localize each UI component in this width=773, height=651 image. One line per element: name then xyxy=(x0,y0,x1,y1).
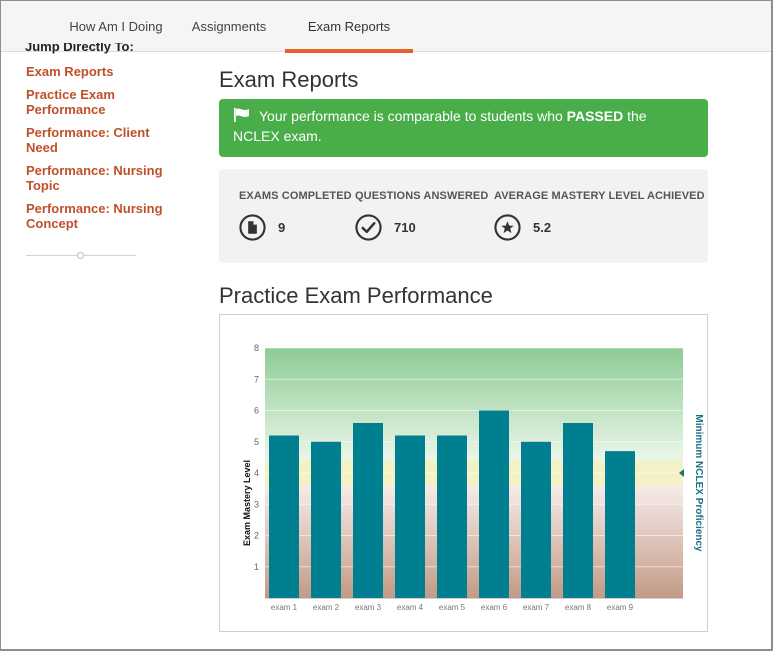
section-title-practice-exam: Practice Exam Performance xyxy=(219,283,493,308)
flag-icon xyxy=(234,108,249,122)
bar-exam-1[interactable] xyxy=(269,435,299,599)
sidebar-link-nursing-topic[interactable]: Performance: Nursing Topic xyxy=(26,163,171,193)
stat-label: QUESTIONS ANSWERED xyxy=(355,190,489,202)
sidebar-link-nursing-concept[interactable]: Performance: Nursing Concept xyxy=(26,201,171,231)
x-tick-label: exam 5 xyxy=(439,603,466,612)
sidebar-heading: Jump Directly To: xyxy=(25,43,134,54)
sidebar-nav: Exam Reports Practice Exam Performance P… xyxy=(26,64,186,239)
document-icon xyxy=(239,214,266,241)
y-tick-label: 5 xyxy=(254,437,259,447)
stat-exams-completed: EXAMS COMPLETED 9 xyxy=(239,190,352,241)
bar-exam-2[interactable] xyxy=(311,441,341,598)
star-circle-icon xyxy=(494,214,521,241)
sidebar-link-exam-reports[interactable]: Exam Reports xyxy=(26,64,186,79)
stat-label: EXAMS COMPLETED xyxy=(239,190,352,202)
bar-exam-9[interactable] xyxy=(605,451,635,598)
x-tick-label: exam 6 xyxy=(481,603,508,612)
bar-exam-8[interactable] xyxy=(563,423,593,598)
y-tick-label: 2 xyxy=(254,531,259,541)
stat-label: AVERAGE MASTERY LEVEL ACHIEVED xyxy=(494,190,705,202)
bar-exam-7[interactable] xyxy=(521,441,551,598)
stat-value: 9 xyxy=(278,220,286,235)
proficiency-axis-label: Minimum NCLEX Proficiency xyxy=(693,414,704,552)
bar-exam-5[interactable] xyxy=(437,435,467,599)
y-tick-label: 1 xyxy=(254,562,259,572)
sidebar-divider-dot xyxy=(77,252,84,259)
y-tick-label: 4 xyxy=(254,468,259,478)
page-title: Exam Reports xyxy=(219,67,359,92)
y-tick-label: 3 xyxy=(254,499,259,509)
bar-exam-3[interactable] xyxy=(353,423,383,598)
x-tick-label: exam 7 xyxy=(523,603,550,612)
stat-average-mastery: AVERAGE MASTERY LEVEL ACHIEVED 5.2 xyxy=(494,190,705,241)
bar-chart-svg: 1 2 3 4 5 6 7 8 exam 1 exam 2 exam 3 exam 4 exam 5 e… xyxy=(242,343,704,612)
stats-panel: EXAMS COMPLETED 9 QUESTIONS ANSWERED 710… xyxy=(219,169,708,263)
sidebar-link-client-need[interactable]: Performance: Client Need xyxy=(26,125,161,155)
bar-exam-4[interactable] xyxy=(395,435,425,599)
checkmark-circle-icon xyxy=(355,214,382,241)
x-tick-label: exam 9 xyxy=(607,603,634,612)
x-tick-label: exam 3 xyxy=(355,603,382,612)
y-tick-label: 6 xyxy=(254,406,259,416)
y-tick-label: 7 xyxy=(254,374,259,384)
bar-exam-6[interactable] xyxy=(479,410,509,599)
x-tick-label: exam 8 xyxy=(565,603,592,612)
y-axis-label: Exam Mastery Level xyxy=(242,460,252,546)
x-tick-label: exam 2 xyxy=(313,603,340,612)
sidebar-link-practice-exam-performance[interactable]: Practice Exam Performance xyxy=(26,87,126,117)
stat-value: 5.2 xyxy=(533,220,552,235)
x-tick-label: exam 1 xyxy=(271,603,298,612)
alert-text-prefix: Your performance is comparable to studen… xyxy=(259,108,567,124)
alert-text-emphasis: PASSED xyxy=(566,108,624,124)
tab-assignments[interactable]: Assignments xyxy=(181,1,277,52)
stat-questions-answered: QUESTIONS ANSWERED 710 xyxy=(355,190,488,241)
y-tick-label: 8 xyxy=(254,343,259,353)
x-tick-label: exam 4 xyxy=(397,603,424,612)
performance-alert: Your performance is comparable to studen… xyxy=(219,99,708,157)
practice-exam-chart: 1 2 3 4 5 6 7 8 exam 1 exam 2 exam 3 exam 4 exam 5 e… xyxy=(219,314,708,632)
stat-value: 710 xyxy=(394,220,416,235)
tab-exam-reports[interactable]: Exam Reports xyxy=(285,1,413,53)
